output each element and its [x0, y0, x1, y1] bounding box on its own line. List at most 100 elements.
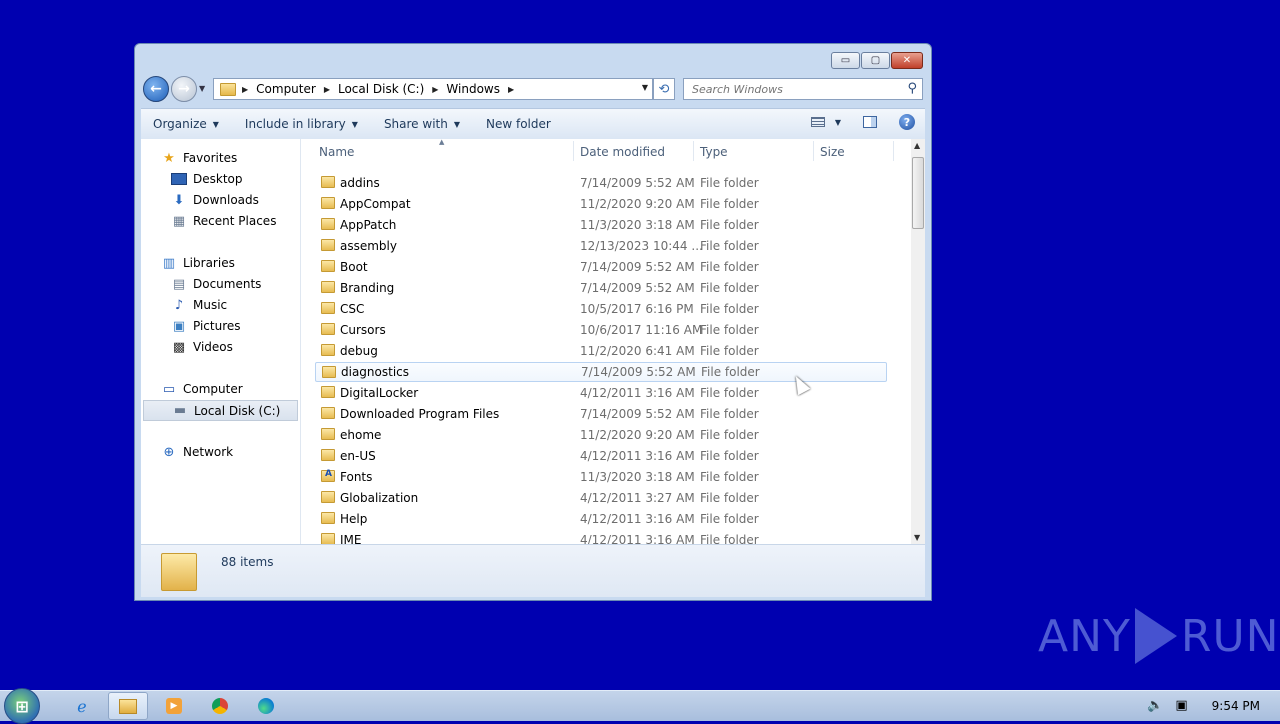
edge-icon — [258, 698, 274, 714]
include-in-library-button[interactable]: Include in library ▼ — [245, 117, 358, 131]
nav-downloads-label: Downloads — [193, 193, 259, 207]
scroll-down-icon[interactable]: ▼ — [914, 533, 920, 542]
list-item[interactable]: CSC 10/5/2017 6:16 PM File folder — [315, 299, 887, 319]
navigation-pane: ★ Favorites Desktop ⬇ Downloads ▦ Recent Pl… — [141, 139, 301, 544]
new-folder-label: New folder — [486, 117, 551, 131]
column-divider[interactable] — [893, 141, 894, 161]
close-button[interactable]: ✕ — [891, 52, 923, 69]
taskbar-internet-explorer[interactable]: ℯ — [62, 692, 102, 720]
fonts-folder-icon — [321, 469, 335, 482]
folder-icon — [321, 344, 335, 356]
list-item[interactable]: assembly 12/13/2023 10:44 ... File folder — [315, 236, 887, 256]
recent-pages-dropdown[interactable]: ▼ — [199, 84, 205, 93]
volume-icon[interactable]: 🔈 — [1147, 698, 1163, 713]
column-date-modified[interactable]: Date modified — [580, 145, 665, 159]
nav-desktop[interactable]: Desktop — [171, 172, 243, 186]
column-type[interactable]: Type — [700, 145, 728, 159]
file-name: DigitalLocker — [340, 386, 419, 400]
nav-videos-label: Videos — [193, 340, 233, 354]
taskbar-file-explorer[interactable] — [108, 692, 148, 720]
file-type: File folder — [700, 512, 759, 526]
new-folder-button[interactable]: New folder — [486, 117, 551, 131]
include-in-library-label: Include in library — [244, 117, 346, 131]
change-view-icon[interactable] — [810, 117, 825, 127]
media-player-icon: ▶ — [166, 698, 182, 714]
minimize-button[interactable]: ▭ — [831, 52, 860, 69]
taskbar-media-player[interactable]: ▶ — [154, 692, 194, 720]
nav-computer[interactable]: ▭ Computer — [161, 382, 243, 397]
list-item[interactable]: Fonts 11/3/2020 3:18 AM File folder — [315, 467, 887, 487]
file-type: File folder — [700, 218, 759, 232]
file-list: ▲ Name Date modified Type Size addins 7/1… — [301, 139, 911, 544]
column-name[interactable]: Name — [319, 145, 354, 159]
list-item[interactable]: AppCompat 11/2/2020 9:20 AM File folder — [315, 194, 887, 214]
list-item[interactable]: ehome 11/2/2020 9:20 AM File folder — [315, 425, 887, 445]
view-options-dropdown[interactable]: ▼ — [835, 118, 841, 127]
taskbar-chrome[interactable] — [200, 692, 240, 720]
nav-network[interactable]: ⊕ Network — [161, 445, 234, 460]
list-item[interactable]: Boot 7/14/2009 5:52 AM File folder — [315, 257, 887, 277]
taskbar-edge[interactable] — [246, 692, 286, 720]
list-item[interactable]: en-US 4/12/2011 3:16 AM File folder — [315, 446, 887, 466]
chevron-right-icon[interactable]: ▶ — [242, 85, 248, 94]
file-type: File folder — [700, 302, 759, 316]
file-type: File folder — [700, 176, 759, 190]
search-icon[interactable]: ⚲ — [907, 81, 917, 96]
column-size[interactable]: Size — [820, 145, 845, 159]
address-history-dropdown[interactable]: ▼ — [642, 83, 648, 92]
search-input[interactable] — [690, 81, 894, 97]
nav-favorites[interactable]: ★ Favorites — [161, 150, 237, 166]
clock[interactable]: 9:54 PM — [1212, 699, 1260, 713]
breadcrumb-local-disk[interactable]: Local Disk (C:) — [338, 82, 424, 96]
column-divider[interactable] — [693, 141, 694, 161]
preview-pane-icon[interactable] — [863, 116, 877, 128]
column-divider[interactable] — [813, 141, 814, 161]
back-button[interactable]: ← — [143, 76, 169, 102]
downloads-icon: ⬇ — [173, 192, 185, 208]
vertical-scrollbar[interactable]: ▲ ▼ — [911, 139, 925, 544]
file-date: 10/5/2017 6:16 PM — [580, 302, 694, 316]
list-item[interactable]: Cursors 10/6/2017 11:16 AM File folder — [315, 320, 887, 340]
share-with-button[interactable]: Share with ▼ — [384, 117, 460, 131]
list-item[interactable]: Branding 7/14/2009 5:52 AM File folder — [315, 278, 887, 298]
nav-local-disk[interactable]: ▬ Local Disk (C:) — [143, 400, 298, 421]
list-item[interactable]: AppPatch 11/3/2020 3:18 AM File folder — [315, 215, 887, 235]
folder-icon — [321, 176, 335, 188]
nav-music[interactable]: ♪ Music — [171, 298, 227, 313]
breadcrumb-computer[interactable]: Computer — [256, 82, 316, 96]
nav-downloads[interactable]: ⬇ Downloads — [171, 192, 259, 208]
nav-libraries[interactable]: ▥ Libraries — [161, 255, 235, 271]
nav-documents[interactable]: ▤ Documents — [171, 277, 262, 292]
list-item[interactable]: IME 4/12/2011 3:16 AM File folder — [315, 530, 887, 544]
scrollbar-thumb[interactable] — [912, 157, 924, 229]
column-divider[interactable] — [573, 141, 574, 161]
help-icon[interactable]: ? — [899, 114, 915, 130]
list-item[interactable]: Help 4/12/2011 3:16 AM File folder — [315, 509, 887, 529]
nav-pictures[interactable]: ▣ Pictures — [171, 319, 241, 334]
address-bar[interactable]: ▶ Computer ▶ Local Disk (C:) ▶ Windows ▶… — [213, 78, 653, 100]
network-status-icon[interactable]: ▣ — [1175, 698, 1187, 713]
chevron-right-icon[interactable]: ▶ — [324, 85, 330, 94]
organize-button[interactable]: Organize ▼ — [153, 117, 219, 131]
recent-places-icon: ▦ — [172, 213, 186, 229]
windows-logo-icon: ⊞ — [15, 696, 29, 716]
list-item[interactable]: debug 11/2/2020 6:41 AM File folder — [315, 341, 887, 361]
star-icon: ★ — [163, 150, 175, 166]
start-button[interactable]: ⊞ — [4, 688, 40, 724]
libraries-icon: ▥ — [162, 255, 176, 271]
scroll-up-icon[interactable]: ▲ — [914, 141, 920, 150]
file-date: 11/2/2020 9:20 AM — [580, 197, 695, 211]
folder-icon — [321, 512, 335, 524]
list-item[interactable]: Downloaded Program Files 7/14/2009 5:52 A… — [315, 404, 887, 424]
search-box[interactable]: ⚲ — [683, 78, 923, 100]
refresh-button[interactable]: ⟲ — [653, 78, 675, 100]
breadcrumb-windows[interactable]: Windows — [446, 82, 500, 96]
forward-button[interactable]: → — [171, 76, 197, 102]
chevron-right-icon[interactable]: ▶ — [508, 85, 514, 94]
nav-recent-places[interactable]: ▦ Recent Places — [171, 213, 277, 229]
list-item[interactable]: addins 7/14/2009 5:52 AM File folder — [315, 173, 887, 193]
chevron-right-icon[interactable]: ▶ — [432, 85, 438, 94]
nav-videos[interactable]: ▩ Videos — [171, 340, 233, 355]
list-item[interactable]: Globalization 4/12/2011 3:27 AM File folde… — [315, 488, 887, 508]
maximize-button[interactable]: ▢ — [861, 52, 890, 69]
